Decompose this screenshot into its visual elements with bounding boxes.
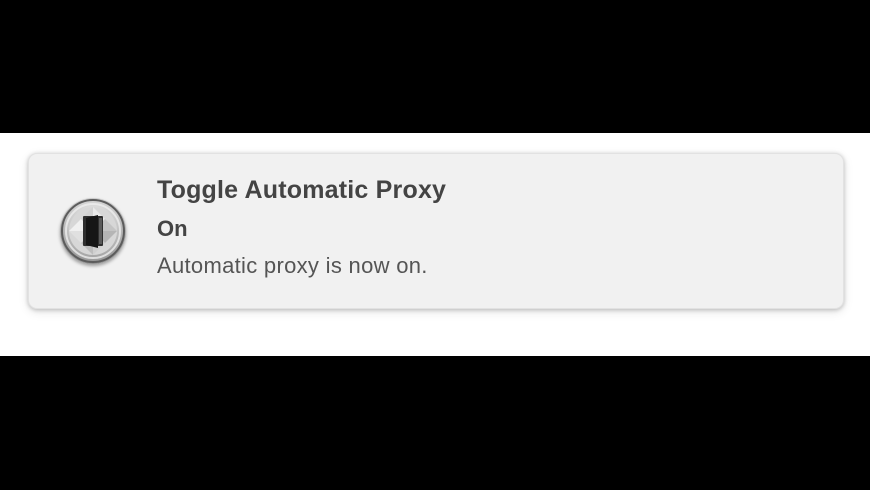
notification-text: Toggle Automatic Proxy On Automatic prox… (157, 174, 823, 280)
notification-message: Automatic proxy is now on. (157, 253, 428, 278)
notification-subtitle: On (157, 216, 188, 241)
notification-title: Toggle Automatic Proxy (157, 176, 447, 204)
screen-area: Toggle Automatic Proxy On Automatic prox… (0, 133, 870, 356)
notification-banner[interactable]: Toggle Automatic Proxy On Automatic prox… (28, 153, 844, 309)
proxy-door-icon (60, 198, 126, 264)
